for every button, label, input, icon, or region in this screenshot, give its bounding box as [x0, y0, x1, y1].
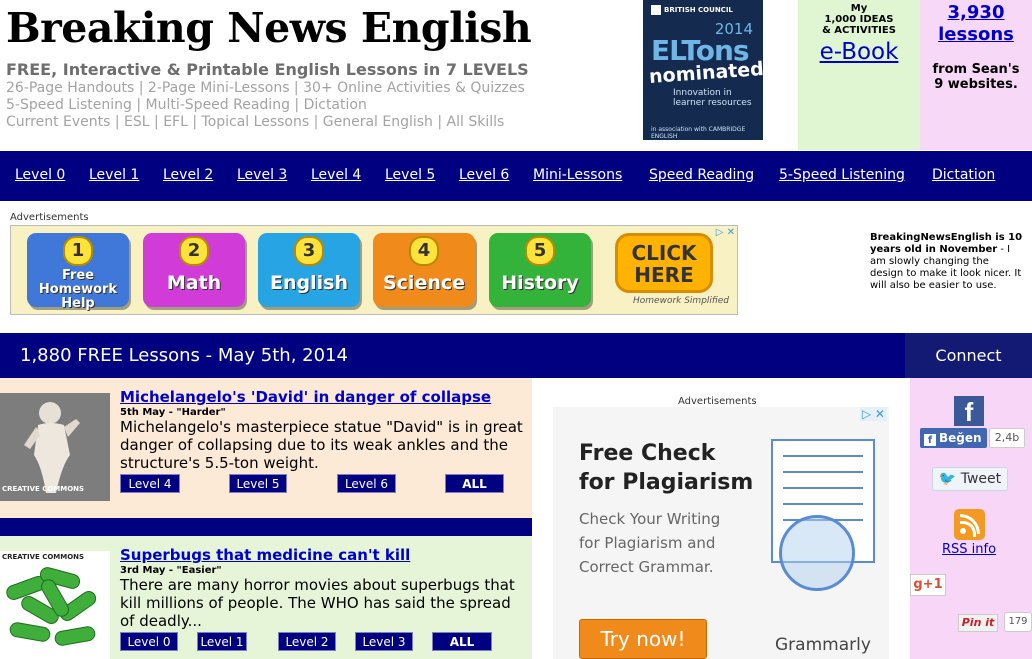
pin-it-button[interactable]: Pin it	[958, 614, 998, 632]
seans-websites-text: from Sean's 9 websites.	[932, 62, 1020, 92]
lesson-thumbnail-david-statue[interactable]: CREATIVE COMMONS	[0, 393, 110, 501]
main-nav: Level 0 Level 1 Level 2 Level 3 Level 4 …	[0, 151, 1032, 201]
ebook-link[interactable]: e-Book	[798, 39, 920, 65]
lesson-level-1-button[interactable]: Level 1	[197, 632, 247, 651]
lesson-level-0-button[interactable]: Level 0	[120, 632, 178, 651]
ad-tile-math[interactable]: 2 Math	[143, 233, 245, 307]
british-council-logo: BRITISH COUNCIL	[651, 5, 733, 15]
feature-line-3: Current Events | ESL | EFL | Topical Les…	[6, 114, 505, 130]
ad-tile-number: 4	[409, 236, 439, 266]
facebook-icon[interactable]: f	[954, 396, 984, 427]
ad-tile-homework-help[interactable]: 1 Free Homework Help	[27, 233, 129, 311]
lesson-title-link[interactable]: Michelangelo's 'David' in danger of coll…	[120, 388, 491, 406]
lesson-level-6-button[interactable]: Level 6	[337, 474, 396, 493]
lesson-level-4-button[interactable]: Level 4	[120, 474, 180, 493]
magnifier-icon	[779, 515, 855, 591]
site-header: Breaking News English FREE, Interactive …	[0, 0, 1032, 150]
lesson-divider	[0, 518, 532, 536]
capsules-image	[0, 551, 110, 659]
adchoices-icon[interactable]: ▷ ✕	[716, 227, 735, 238]
ad-subtext: Check Your Writing for Plagiarism and Corr…	[579, 510, 721, 576]
nav-mini-lessons[interactable]: Mini-Lessons	[533, 167, 622, 183]
nav-level-0[interactable]: Level 0	[15, 167, 65, 183]
ad-tile-history[interactable]: 5 History	[489, 233, 591, 307]
grammarly-logo: Grammarly	[775, 635, 871, 655]
lesson-date-difficulty: 3rd May - "Easier"	[120, 565, 222, 576]
nav-level-3[interactable]: Level 3	[237, 167, 287, 183]
nav-level-4[interactable]: Level 4	[311, 167, 361, 183]
eltons-award-badge[interactable]: BRITISH COUNCIL 2014 ELTons nominated In…	[643, 0, 763, 140]
ad-tile-number: 3	[294, 236, 324, 266]
lesson-summary: Michelangelo's masterpiece statue "David…	[120, 418, 523, 472]
lessons-count-link[interactable]: 3,930 lessons	[920, 2, 1032, 46]
twitter-bird-icon: 🐦	[938, 471, 957, 487]
rss-info-link[interactable]: RSS info	[942, 542, 996, 557]
feature-line-2: 5-Speed Listening | Multi-Speed Reading …	[6, 97, 367, 113]
ad-click-here-button[interactable]: CLICK HERE	[615, 233, 713, 293]
ad-tile-label: Free Homework Help	[38, 268, 118, 311]
feature-line-1: 26-Page Handouts | 2-Page Mini-Lessons |…	[6, 80, 525, 96]
lessons-count-promo: 3,930 lessons from Sean's 9 websites.	[920, 0, 1032, 150]
lesson-level-5-button[interactable]: Level 5	[229, 474, 287, 493]
nav-5-speed-listening[interactable]: 5-Speed Listening	[779, 167, 905, 183]
homework-simplified-logo: Homework Simplified	[633, 296, 729, 306]
nav-level-6[interactable]: Level 6	[459, 167, 509, 183]
nav-level-5[interactable]: Level 5	[385, 167, 435, 183]
ebook-promo-text: My 1,000 IDEAS & ACTIVITIES	[822, 3, 896, 36]
lessons-header-bar: 1,880 FREE Lessons - May 5th, 2014	[0, 333, 905, 378]
ad-tile-label: Science	[382, 272, 466, 294]
lesson-level-2-button[interactable]: Level 2	[278, 632, 336, 651]
nav-speed-reading[interactable]: Speed Reading	[649, 167, 754, 183]
ad-tile-number: 5	[525, 236, 555, 266]
cambridge-english-logo: in association with CAMBRIDGE ENGLISH	[651, 126, 746, 140]
nav-level-2[interactable]: Level 2	[163, 167, 213, 183]
facebook-f-icon: f	[924, 434, 936, 446]
ad-tile-number: 2	[179, 236, 209, 266]
grammarly-ad[interactable]: ▷ ✕ Free Check for Plagiarism Check Your …	[553, 407, 889, 659]
nav-level-1[interactable]: Level 1	[89, 167, 139, 183]
lesson-level-3-button[interactable]: Level 3	[355, 632, 413, 651]
ad-tile-label: Math	[166, 272, 222, 294]
facebook-like-button[interactable]: f Beğen	[920, 428, 987, 448]
lesson-card: CREATIVE COMMONS Superbugs that medicine…	[0, 536, 532, 659]
connect-title: Connect	[935, 346, 1002, 365]
lesson-all-levels-button[interactable]: ALL	[445, 474, 504, 493]
ebook-promo: My 1,000 IDEAS & ACTIVITIES e-Book	[798, 0, 920, 150]
ad-tile-english[interactable]: 3 English	[258, 233, 360, 307]
google-plus-button[interactable]: g+1	[910, 574, 946, 596]
facebook-like-count: 2,4b	[989, 428, 1025, 448]
site-title[interactable]: Breaking News English	[6, 4, 532, 52]
ad-tile-label: History	[501, 272, 579, 294]
nav-dictation[interactable]: Dictation	[932, 167, 995, 183]
rss-icon[interactable]	[954, 509, 985, 540]
homework-ad-banner[interactable]: 1 Free Homework Help 2 Math 3 English 4 …	[10, 225, 738, 315]
lesson-card: CREATIVE COMMONS Michelangelo's 'David' …	[0, 378, 532, 518]
tweet-button[interactable]: 🐦 Tweet	[932, 467, 1008, 491]
creative-commons-credit: CREATIVE COMMONS	[2, 485, 85, 493]
ad-tile-science[interactable]: 4 Science	[373, 233, 475, 307]
adchoices-icon[interactable]: ▷ ✕	[859, 407, 887, 421]
ad-tile-number: 1	[63, 236, 93, 266]
advertisements-label: Advertisements	[10, 212, 89, 223]
site-anniversary-note: BreakingNewsEnglish is 10 years old in N…	[870, 232, 1025, 292]
eltons-category: Innovation in learner resources	[673, 88, 752, 108]
pin-count: 179	[1004, 612, 1032, 632]
site-tagline: FREE, Interactive & Printable English Le…	[6, 60, 529, 79]
lesson-thumbnail-superbugs[interactable]: CREATIVE COMMONS	[0, 551, 110, 659]
ad-headline: Free Check for Plagiarism	[579, 441, 754, 495]
lessons-heading: 1,880 FREE Lessons - May 5th, 2014	[20, 345, 348, 366]
try-now-button[interactable]: Try now!	[579, 619, 707, 659]
connect-header-bar: Connect	[905, 333, 1032, 378]
lesson-all-levels-button[interactable]: ALL	[432, 632, 492, 651]
ad-tile-label: English	[270, 272, 348, 294]
connect-panel: f f Beğen 2,4b 🐦 Tweet RSS info g+1 Pin i…	[910, 378, 1032, 659]
lesson-date-difficulty: 5th May - "Harder"	[120, 407, 226, 418]
lesson-title-link[interactable]: Superbugs that medicine can't kill	[120, 546, 410, 564]
advertisements-label: Advertisements	[678, 396, 757, 407]
lesson-summary: There are many horror movies about super…	[120, 576, 515, 630]
creative-commons-credit: CREATIVE COMMONS	[2, 553, 85, 561]
